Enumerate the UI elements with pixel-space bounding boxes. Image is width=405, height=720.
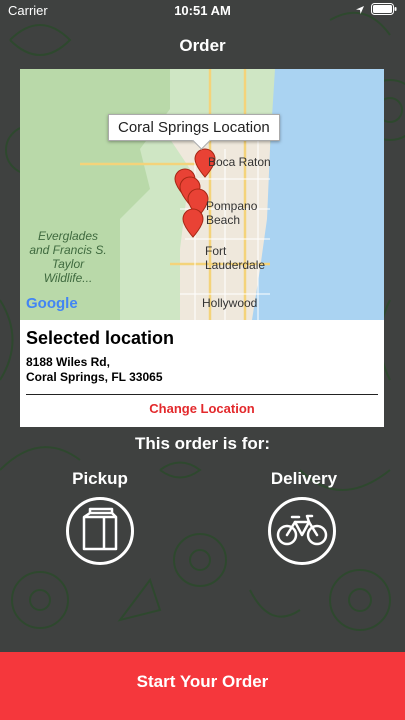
address-line-1: 8188 Wiles Rd, xyxy=(26,355,110,369)
delivery-label: Delivery xyxy=(270,469,338,488)
location-arrow-icon xyxy=(355,3,365,18)
bag-icon xyxy=(82,507,118,556)
pickup-button[interactable] xyxy=(66,497,134,565)
selected-address: 8188 Wiles Rd, Coral Springs, FL 33065 xyxy=(26,355,163,385)
map-callout: Coral Springs Location xyxy=(108,114,280,141)
divider xyxy=(26,394,378,395)
map-label-pompano: Pompano Beach xyxy=(206,199,258,227)
google-logo: Google xyxy=(26,295,78,312)
map-label-boca: Boca Raton xyxy=(208,155,271,169)
page-title: Order xyxy=(179,36,226,55)
start-order-button[interactable]: Start Your Order xyxy=(0,652,405,720)
battery-icon xyxy=(371,3,397,18)
status-bar: Carrier 10:51 AM xyxy=(0,0,405,20)
clock: 10:51 AM xyxy=(174,3,231,18)
map-label-hollywood: Hollywood xyxy=(202,296,258,310)
delivery-button[interactable] xyxy=(268,497,336,565)
map-label-fort-lauderdale: Fort Lauderdale xyxy=(205,244,266,272)
bicycle-icon xyxy=(276,512,328,551)
address-line-2: Coral Springs, FL 33065 xyxy=(26,370,163,384)
location-map[interactable]: Boca Raton Pompano Beach Fort Lauderdale… xyxy=(20,69,384,320)
pickup-label: Pickup xyxy=(72,469,128,488)
location-card: Boca Raton Pompano Beach Fort Lauderdale… xyxy=(20,69,384,427)
order-for-heading: This order is for: xyxy=(134,434,271,453)
change-location-button[interactable]: Change Location xyxy=(20,401,384,416)
map-label-everglades: Everglades and Francis S. Taylor Wildlif… xyxy=(29,229,107,285)
selected-location-heading: Selected location xyxy=(26,328,175,348)
